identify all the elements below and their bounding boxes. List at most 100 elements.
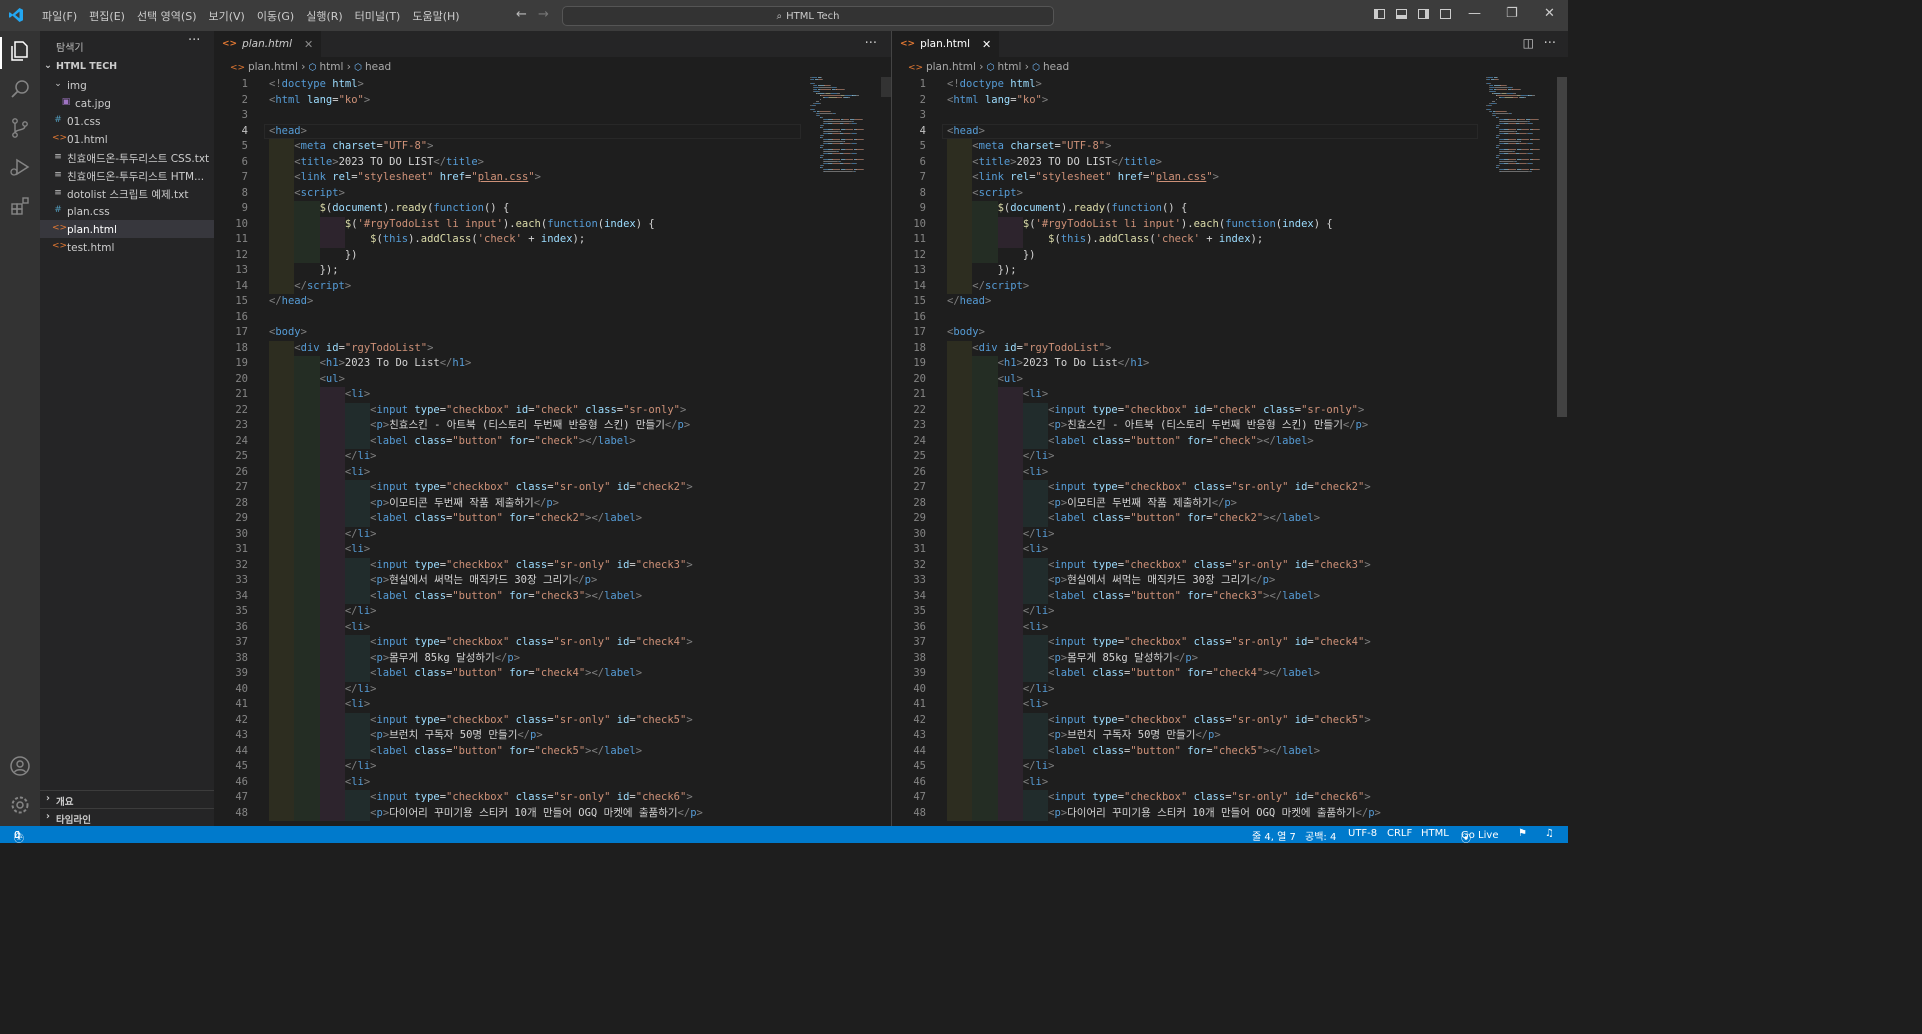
tree-item[interactable]: <>01.html bbox=[40, 130, 214, 148]
menu-item[interactable]: 터미널(T) bbox=[349, 8, 407, 24]
run-debug-icon[interactable] bbox=[8, 155, 32, 179]
code-token: script bbox=[306, 279, 345, 292]
code-line: 4 <head> bbox=[892, 124, 1568, 140]
code-token: class bbox=[414, 589, 447, 602]
breadcrumb-item[interactable]: plan.html bbox=[248, 61, 298, 73]
tab-plan-html[interactable]: <> plan.html ✕ bbox=[214, 31, 322, 57]
menu-item[interactable]: 선택 영역(S) bbox=[131, 8, 203, 24]
more-actions-icon[interactable]: ··· bbox=[865, 36, 877, 51]
split-editor-icon[interactable]: ◫ bbox=[1523, 36, 1534, 50]
menu-item[interactable]: 보기(V) bbox=[202, 8, 250, 24]
css-file-icon: # bbox=[54, 205, 62, 215]
outline-section[interactable]: › 개요 bbox=[40, 790, 214, 809]
code-token: id bbox=[325, 341, 339, 354]
tree-item[interactable]: #01.css bbox=[40, 112, 214, 130]
bell-icon[interactable]: ♫ bbox=[1545, 828, 1554, 839]
language-mode[interactable]: HTML bbox=[1421, 828, 1449, 839]
scrollbar[interactable] bbox=[881, 77, 891, 97]
encoding[interactable]: UTF-8 bbox=[1348, 828, 1377, 839]
code-token: type bbox=[414, 403, 440, 416]
minimize-icon[interactable]: — bbox=[1468, 6, 1481, 21]
close-icon[interactable]: ✕ bbox=[304, 38, 313, 51]
source-control-icon[interactable] bbox=[8, 116, 32, 140]
gear-icon[interactable] bbox=[8, 793, 32, 817]
tree-item[interactable]: ≡ 친효애드온-투두리스트 HTM... bbox=[40, 166, 214, 184]
tree-item[interactable]: <>plan.html bbox=[40, 220, 214, 238]
code-text: <label class="button" for="check"></labe… bbox=[269, 434, 636, 450]
code-text: $(this).addClass('check' + index); bbox=[947, 232, 1263, 248]
toggle-panel-icon[interactable] bbox=[1396, 9, 1407, 19]
code-text: <p>몸무게 85kg 달성하기</p> bbox=[269, 651, 520, 667]
tab-plan-html[interactable]: <> plan.html ✕ bbox=[892, 31, 1000, 57]
minimap-mark bbox=[832, 159, 841, 160]
tree-item[interactable]: ≡ 친효애드온-투두리스트 CSS.txt bbox=[40, 148, 214, 166]
line-number: 26 bbox=[913, 465, 926, 478]
extensions-icon[interactable] bbox=[8, 194, 32, 218]
menu-item[interactable]: 도움말(H) bbox=[406, 8, 465, 24]
customize-layout-icon[interactable] bbox=[1440, 9, 1451, 19]
code-token: > bbox=[1212, 171, 1219, 183]
line-number: 42 bbox=[235, 713, 248, 726]
menu-item[interactable]: 이동(G) bbox=[251, 8, 300, 24]
breadcrumb-item[interactable]: head bbox=[1043, 61, 1069, 73]
minimap[interactable] bbox=[1486, 77, 1550, 177]
command-center-search[interactable]: ⌕ HTML Tech bbox=[562, 6, 1054, 26]
minimap-mark bbox=[862, 139, 864, 140]
accounts-icon[interactable] bbox=[8, 754, 32, 778]
code-token: </ bbox=[344, 450, 358, 462]
code-area[interactable]: 1 <!doctype html> 2 <html lang="ko"> 3 4 <head… bbox=[892, 77, 1568, 826]
more-actions-icon[interactable]: ··· bbox=[1544, 36, 1556, 51]
more-actions-icon[interactable]: ··· bbox=[188, 33, 200, 48]
tree-item[interactable]: ≡ dotolist 스크립트 예제.txt bbox=[40, 184, 214, 202]
code-token: plan.css bbox=[1155, 171, 1207, 183]
restore-icon[interactable]: ❐ bbox=[1506, 6, 1518, 21]
menu-item[interactable]: 파일(F) bbox=[36, 8, 83, 24]
timeline-section[interactable]: › 타임라인 bbox=[40, 808, 214, 826]
code-token: 다이어리 꾸미기용 스티커 10개 만들어 OGQ 마켓에 출품하기 bbox=[389, 806, 678, 819]
tree-item[interactable]: ▣ cat.jpg bbox=[40, 94, 214, 112]
toggle-primary-sidebar-icon[interactable] bbox=[1374, 9, 1385, 19]
end-of-line[interactable]: CRLF bbox=[1387, 828, 1412, 839]
code-token: "check" bbox=[534, 434, 579, 447]
code-area[interactable]: 1 <!doctype html> 2 <html lang="ko"> 3 4 <head… bbox=[214, 77, 891, 826]
code-token: for bbox=[509, 512, 529, 524]
breadcrumb-item[interactable]: plan.html bbox=[926, 61, 976, 73]
code-token: > bbox=[686, 636, 693, 648]
explorer-icon[interactable] bbox=[8, 39, 32, 63]
code-line: 11 $(this).addClass('check' + index); bbox=[214, 232, 891, 248]
code-token: input bbox=[376, 403, 409, 416]
breadcrumb-item[interactable]: head bbox=[365, 61, 391, 73]
tree-item[interactable]: # plan.css bbox=[40, 202, 214, 220]
back-arrow-icon[interactable]: ← bbox=[516, 7, 527, 22]
code-token: > bbox=[635, 667, 643, 679]
code-line: 48 <p>다이어리 꾸미기용 스티커 10개 만들어 OGQ 마켓에 출품하기… bbox=[214, 806, 891, 822]
forward-arrow-icon[interactable]: → bbox=[538, 7, 549, 22]
workspace-root[interactable]: ⌄ HTML TECH bbox=[40, 58, 214, 74]
indentation[interactable]: 공백: 4 bbox=[1305, 828, 1336, 843]
feedback-icon[interactable]: ⚑ bbox=[1518, 828, 1527, 839]
code-token: "check3" bbox=[1313, 558, 1365, 571]
minimap[interactable] bbox=[810, 77, 874, 177]
close-icon[interactable]: ✕ bbox=[982, 38, 991, 51]
close-window-icon[interactable]: ✕ bbox=[1544, 6, 1555, 21]
menu-item[interactable]: 편집(E) bbox=[83, 8, 131, 24]
tree-item[interactable]: <>test.html bbox=[40, 238, 214, 256]
code-line: 43 <p>브런치 구독자 50명 만들기</p> bbox=[214, 728, 891, 744]
code-text: }) bbox=[947, 248, 1036, 264]
breadcrumb-item[interactable]: html bbox=[319, 61, 343, 73]
code-text: <input type="checkbox" class="sr-only" i… bbox=[947, 713, 1371, 729]
tree-item[interactable]: ⌄ img bbox=[40, 76, 214, 94]
code-text: </li> bbox=[269, 759, 377, 775]
breadcrumb-item[interactable]: html bbox=[997, 61, 1021, 73]
code-line: 26 <li> bbox=[214, 465, 891, 481]
toggle-secondary-sidebar-icon[interactable] bbox=[1418, 9, 1429, 19]
menu-item[interactable]: 실행(R) bbox=[300, 8, 348, 24]
cursor-position[interactable]: 줄 4, 열 7 bbox=[1252, 828, 1296, 843]
scrollbar[interactable] bbox=[1557, 77, 1567, 417]
minimap-mark bbox=[1498, 137, 1499, 138]
search-icon[interactable] bbox=[8, 77, 32, 101]
